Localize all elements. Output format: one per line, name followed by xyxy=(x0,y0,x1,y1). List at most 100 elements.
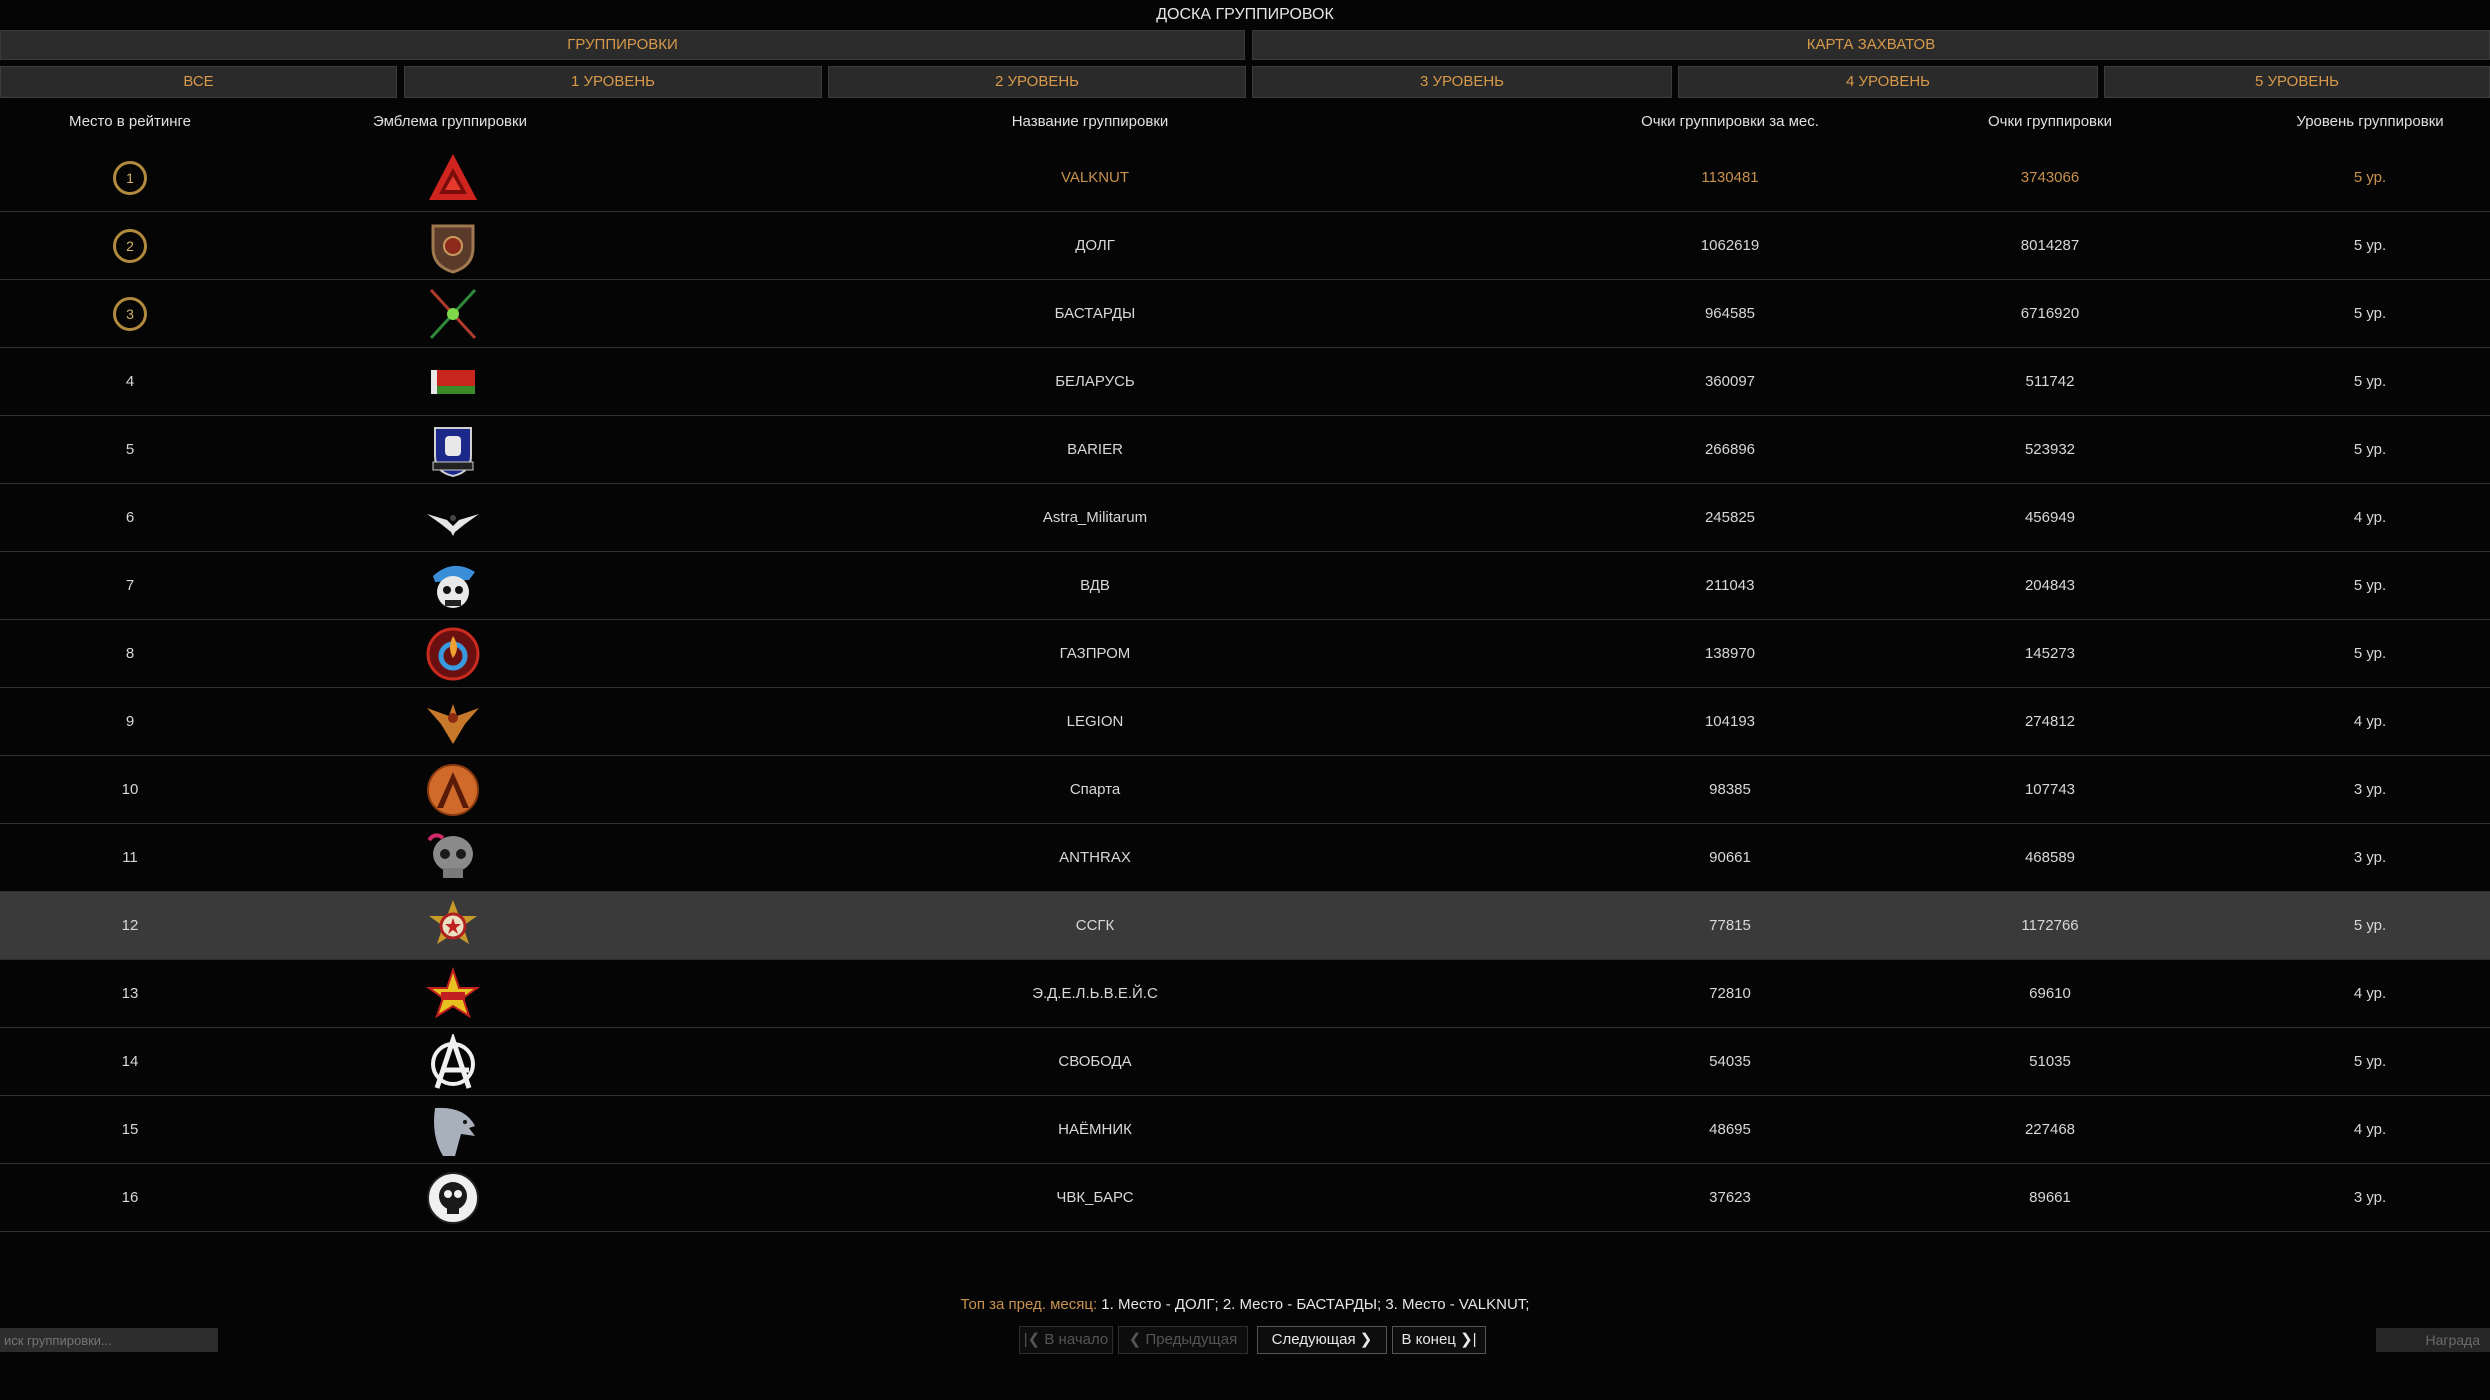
table-row[interactable]: 1 VALKNUT 1130481 3743066 5 ур. xyxy=(0,144,2490,212)
rank-number: 10 xyxy=(121,781,139,798)
month-points: 1062619 xyxy=(1700,237,1760,254)
table-row[interactable]: 13 Э.Д.Е.Л.Ь.В.Е.Й.С 72810 69610 4 ур. xyxy=(0,960,2490,1028)
faction-name: ВДВ xyxy=(1080,577,1110,594)
rank-cell: 5 xyxy=(60,416,200,483)
month-points: 90661 xyxy=(1709,849,1751,866)
flag-icon xyxy=(431,370,475,394)
table-row[interactable]: 15 НАЁМНИК 48695 227468 4 ур. xyxy=(0,1096,2490,1164)
tab-level-4[interactable]: 4 УРОВЕНЬ xyxy=(1678,66,2098,98)
rank-cell: 15 xyxy=(60,1096,200,1163)
rank-cell: 13 xyxy=(60,960,200,1027)
table-row[interactable]: 16 ЧВК_БАРС 37623 89661 3 ур. xyxy=(0,1164,2490,1232)
rank-number: 15 xyxy=(121,1121,139,1138)
table-row[interactable]: 4 БЕЛАРУСЬ 360097 511742 5 ур. xyxy=(0,348,2490,416)
crossed-swords-icon xyxy=(429,288,477,340)
eagle-head-icon xyxy=(434,1107,475,1156)
month-points: 1130481 xyxy=(1701,169,1759,186)
table-row[interactable]: 2 ДОЛГ 1062619 8014287 5 ур. xyxy=(0,212,2490,280)
faction-level: 4 ур. xyxy=(2353,509,2387,526)
rank-cell: 8 xyxy=(60,620,200,687)
rank-cell: 12 xyxy=(60,892,200,959)
table-row[interactable]: 14 СВОБОДА 54035 51035 5 ур. xyxy=(0,1028,2490,1096)
tab-level-2[interactable]: 2 УРОВЕНЬ xyxy=(828,66,1246,98)
total-points: 6716920 xyxy=(2020,305,2080,322)
laurel-rank-icon: 2 xyxy=(113,229,147,264)
skull-badge-icon xyxy=(427,1172,479,1224)
rank-number: 16 xyxy=(121,1189,139,1206)
table-row[interactable]: 9 LEGION 104193 274812 4 ур. xyxy=(0,688,2490,756)
faction-name: ГАЗПРОМ xyxy=(1059,645,1131,662)
total-points: 1172766 xyxy=(2021,917,2079,934)
previous-month-top-label: Топ за пред. месяц: xyxy=(960,1296,1098,1313)
rank-number: 6 xyxy=(125,509,135,526)
previous-page-button[interactable]: ❮ Предыдущая xyxy=(1118,1326,1248,1354)
rank-cell: 9 xyxy=(60,688,200,755)
faction-name: ССГК xyxy=(1075,917,1115,934)
column-header-emblem: Эмблема группировки xyxy=(373,113,527,130)
rank-cell: 4 xyxy=(60,348,200,415)
tab-capture-map[interactable]: КАРТА ЗАХВАТОВ xyxy=(1252,30,2490,60)
faction-name: VALKNUT xyxy=(1060,169,1130,186)
winged-emblem-icon xyxy=(427,704,479,744)
faction-name: СВОБОДА xyxy=(1058,1053,1132,1070)
faction-level: 4 ур. xyxy=(2353,1121,2387,1138)
rank-cell: 14 xyxy=(60,1028,200,1095)
month-points: 48695 xyxy=(1709,1121,1751,1138)
faction-name: Э.Д.Е.Л.Ь.В.Е.Й.С xyxy=(1032,985,1158,1002)
last-page-icon: ❯| xyxy=(1460,1331,1477,1348)
rank-number: 4 xyxy=(125,373,135,390)
faction-name: НАЁМНИК xyxy=(1058,1121,1132,1138)
rank-number: 12 xyxy=(121,917,139,934)
rank-cell: 1 xyxy=(60,144,200,211)
search-input[interactable] xyxy=(0,1328,218,1352)
page-title: ДОСКА ГРУППИРОВОК xyxy=(1156,6,1334,23)
faction-level: 5 ур. xyxy=(2353,917,2387,934)
table-row[interactable]: 5 BARIER 266896 523932 5 ур. xyxy=(0,416,2490,484)
first-page-button[interactable]: |❮ В начало xyxy=(1019,1326,1113,1354)
table-row[interactable]: 3 БАСТАРДЫ 964585 6716920 5 ур. xyxy=(0,280,2490,348)
table-row[interactable]: 6 Astra_Militarum 245825 456949 4 ур. xyxy=(0,484,2490,552)
rank-number: 7 xyxy=(125,577,135,594)
faction-level: 3 ур. xyxy=(2353,849,2387,866)
table-row[interactable]: 12 ССГК 77815 1172766 5 ур. xyxy=(0,892,2490,960)
tab-level-all[interactable]: ВСЕ xyxy=(0,66,397,98)
previous-month-top-text: 1. Место - ДОЛГ; 2. Место - БАСТАРДЫ; 3.… xyxy=(1101,1296,1530,1313)
reward-button[interactable]: Награда xyxy=(2376,1328,2490,1352)
rank-cell: 2 xyxy=(60,212,200,279)
rank-number: 13 xyxy=(121,985,139,1002)
next-page-button[interactable]: Следующая ❯ xyxy=(1257,1326,1387,1354)
star-icon xyxy=(425,966,481,1019)
tab-level-1[interactable]: 1 УРОВЕНЬ xyxy=(404,66,822,98)
faction-name: LEGION xyxy=(1066,713,1124,730)
chevron-right-icon: ❯ xyxy=(1359,1331,1373,1348)
last-page-button[interactable]: В конец ❯| xyxy=(1392,1326,1486,1354)
month-points: 37623 xyxy=(1709,1189,1751,1206)
tab-level-5[interactable]: 5 УРОВЕНЬ xyxy=(2104,66,2490,98)
rank-cell: 6 xyxy=(60,484,200,551)
table-row[interactable]: 7 ВДВ 211043 204843 5 ур. xyxy=(0,552,2490,620)
tab-factions[interactable]: ГРУППИРОВКИ xyxy=(0,30,1245,60)
faction-name: ЧВК_БАРС xyxy=(1056,1189,1134,1206)
laurel-rank-icon: 3 xyxy=(113,297,147,332)
rank-cell: 7 xyxy=(60,552,200,619)
faction-level: 3 ур. xyxy=(2353,1189,2387,1206)
total-points: 145273 xyxy=(2024,645,2076,662)
month-points: 77815 xyxy=(1709,917,1751,934)
tab-level-3[interactable]: 3 УРОВЕНЬ xyxy=(1252,66,1672,98)
total-points: 204843 xyxy=(2024,577,2076,594)
chevron-left-icon: ❮ xyxy=(1128,1331,1142,1348)
rank-number: 8 xyxy=(125,645,135,662)
table-row[interactable]: 8 ГАЗПРОМ 138970 145273 5 ур. xyxy=(0,620,2490,688)
table-row[interactable]: 11 ANTHRAX 90661 468589 3 ур. xyxy=(0,824,2490,892)
total-points: 3743066 xyxy=(2020,169,2080,186)
rank-number: 9 xyxy=(125,713,135,730)
faction-name: БЕЛАРУСЬ xyxy=(1055,373,1135,390)
total-points: 89661 xyxy=(2029,1189,2071,1206)
table-row[interactable]: 10 Спарта 98385 107743 3 ур. xyxy=(0,756,2490,824)
faction-level: 5 ур. xyxy=(2353,577,2387,594)
total-points: 468589 xyxy=(2024,849,2076,866)
total-points: 274812 xyxy=(2024,713,2076,730)
rank-number: 5 xyxy=(125,441,135,458)
total-points: 523932 xyxy=(2024,441,2076,458)
total-points: 51035 xyxy=(2029,1053,2071,1070)
